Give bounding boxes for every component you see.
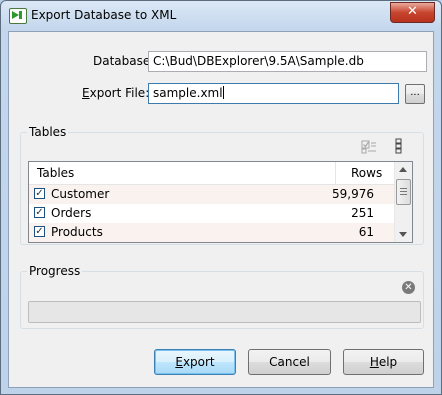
column-header-rows[interactable]: Rows — [351, 166, 382, 180]
row-checkbox[interactable]: ✓ — [34, 188, 45, 199]
database-label: Database: — [93, 54, 155, 68]
table-row[interactable]: ✓ Orders 251 — [29, 204, 412, 223]
cancel-icon[interactable]: ✕ — [402, 281, 415, 294]
dialog-body: Database: C:\Bud\DBExplorer\9.5A\Sample.… — [8, 31, 434, 388]
export-file-field[interactable]: sample.xml — [148, 83, 399, 104]
tables-list[interactable]: Tables Rows ✓ Customer 59,976 ✓ Orders 2… — [28, 161, 413, 243]
export-dialog: Export Database to XML ✕ Database: C:\Bu… — [0, 0, 442, 395]
tables-group-title: Tables — [27, 125, 69, 139]
column-options-icon[interactable] — [391, 138, 407, 154]
help-button[interactable]: Help — [343, 349, 424, 375]
cancel-button[interactable]: Cancel — [248, 349, 331, 375]
title-bar[interactable]: Export Database to XML ✕ — [1, 1, 441, 31]
column-divider[interactable] — [335, 162, 336, 184]
scroll-thumb[interactable] — [396, 179, 411, 205]
column-header-tables[interactable]: Tables — [37, 166, 74, 180]
window-title: Export Database to XML — [31, 8, 177, 22]
close-button[interactable]: ✕ — [390, 2, 435, 23]
check-all-icon[interactable] — [361, 138, 377, 154]
row-count: 61 — [358, 225, 374, 239]
row-count: 59,976 — [332, 187, 374, 201]
row-table-name: Products — [51, 225, 103, 239]
progress-bar — [28, 301, 421, 323]
export-app-icon — [9, 8, 27, 24]
export-button[interactable]: Export — [154, 349, 236, 375]
browse-button[interactable]: ... — [405, 84, 425, 104]
vertical-scrollbar[interactable] — [394, 162, 412, 242]
export-file-label: Export File: — [82, 86, 150, 100]
progress-group-title: Progress — [27, 264, 83, 278]
scroll-up-icon[interactable] — [399, 167, 407, 172]
database-field[interactable]: C:\Bud\DBExplorer\9.5A\Sample.db — [148, 51, 427, 72]
tables-list-header: Tables Rows — [29, 162, 412, 185]
table-row[interactable]: ✓ Customer 59,976 — [29, 185, 412, 204]
row-table-name: Orders — [51, 206, 92, 220]
text-caret — [222, 86, 224, 99]
row-table-name: Customer — [51, 187, 110, 201]
export-file-value: sample.xml — [153, 86, 223, 100]
row-checkbox[interactable]: ✓ — [34, 226, 45, 237]
table-row[interactable]: ✓ Products 61 — [29, 223, 412, 242]
row-checkbox[interactable]: ✓ — [34, 207, 45, 218]
scroll-down-icon[interactable] — [399, 232, 407, 237]
row-count: 251 — [351, 206, 374, 220]
